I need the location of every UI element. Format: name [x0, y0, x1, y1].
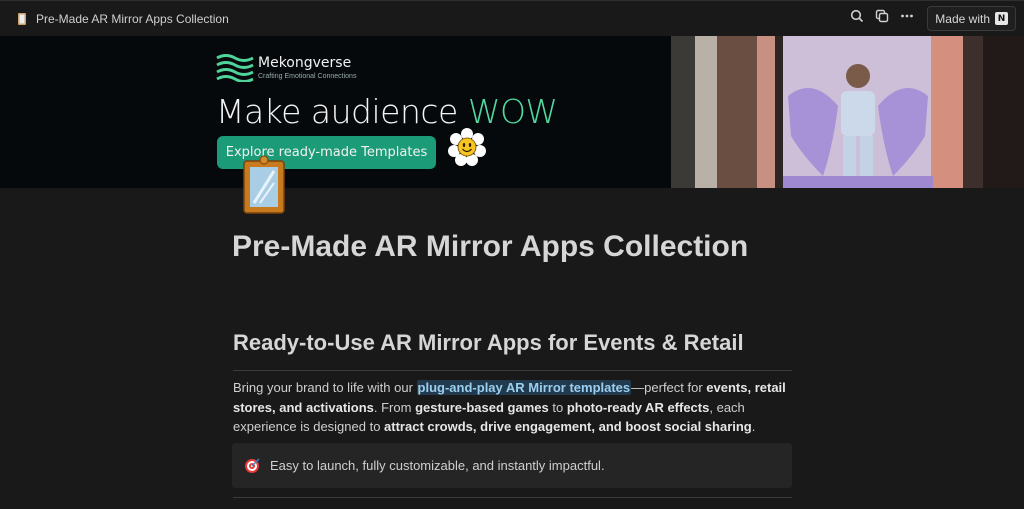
banner-headline: Make audience WOW [216, 92, 558, 131]
page-title-breadcrumb: Pre-Made AR Mirror Apps Collection [36, 11, 229, 26]
cover-banner: Mekongverse Crafting Emotional Connectio… [0, 36, 1024, 188]
headline-accent: WOW [467, 92, 558, 131]
target-icon [245, 457, 260, 473]
search-icon [850, 9, 864, 28]
section-heading: Ready-to-Use AR Mirror Apps for Events &… [233, 330, 744, 355]
headline-prefix: Make audience [216, 92, 468, 131]
banner-photo [671, 36, 1024, 188]
bold-text: attract crowds, drive engagement, and bo… [384, 419, 752, 434]
mekongverse-logo-icon [216, 54, 254, 82]
made-with-notion-button[interactable]: Made with N [927, 6, 1016, 31]
brand-logo: Mekongverse Crafting Emotional Connectio… [216, 52, 356, 82]
callout-block: Easy to launch, fully customizable, and … [232, 443, 792, 488]
page-title: Pre-Made AR Mirror Apps Collection [232, 230, 749, 263]
duplicate-button[interactable] [870, 7, 894, 31]
more-icon [900, 9, 914, 28]
brand-tagline: Crafting Emotional Connections [258, 72, 357, 80]
made-with-label: Made with [935, 11, 990, 26]
paragraph-text: . From [373, 399, 416, 415]
paragraph-text: —perfect for [631, 380, 707, 395]
smiling-flower-icon [448, 128, 486, 166]
brand-name: Mekongverse [258, 54, 352, 71]
paragraph-text: Bring your brand to life with our [233, 380, 417, 395]
highlighted-text: plug-and-play AR Mirror templates [416, 380, 632, 395]
more-options-button[interactable] [895, 7, 919, 31]
mirror-photo-icon [783, 64, 933, 188]
topbar: Pre-Made AR Mirror Apps Collection Made … [0, 0, 1024, 36]
bold-text: photo-ready AR effects [566, 399, 710, 415]
breadcrumb[interactable]: Pre-Made AR Mirror Apps Collection [16, 12, 229, 26]
paragraph-text: . [751, 419, 756, 434]
paragraph-text: to [548, 399, 567, 415]
bold-text: gesture-based games [415, 399, 549, 415]
mirror-page-icon [243, 155, 285, 214]
callout-text: Easy to launch, fully customizable, and … [270, 458, 605, 473]
page-icon [16, 12, 28, 26]
notion-logo-icon: N [995, 12, 1008, 25]
heading-divider [233, 370, 792, 371]
section-divider [233, 497, 792, 498]
intro-paragraph: Bring your brand to life with our plug-a… [233, 378, 792, 437]
duplicate-icon [875, 9, 889, 28]
search-button[interactable] [845, 7, 869, 31]
